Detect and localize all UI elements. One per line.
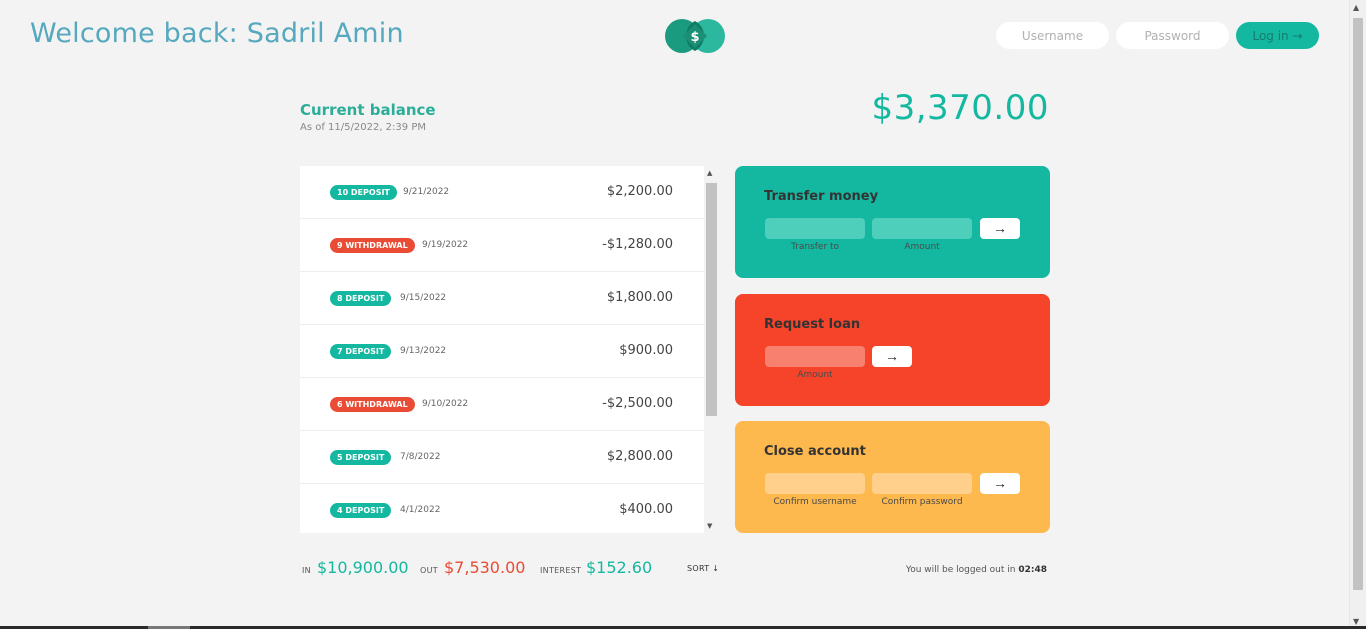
transfer-submit-button[interactable]: → (980, 218, 1020, 239)
close-account-card: Close account → Confirm username Confirm… (735, 421, 1050, 533)
movements-scrollbar-thumb[interactable] (706, 183, 717, 416)
close-password-label: Confirm password (881, 497, 963, 507)
close-username-label: Confirm username (773, 497, 857, 507)
movement-row: 9 WITHDRAWAL 9/19/2022 -$1,280.00 (300, 219, 704, 272)
welcome-message: Welcome back: Sadril Amin (30, 18, 404, 49)
movements-list: 10 DEPOSIT 9/21/2022 $2,200.00 9 WITHDRA… (300, 166, 704, 533)
movement-date: 9/19/2022 (422, 240, 469, 250)
transfer-to-label: Transfer to (790, 242, 840, 252)
movement-amount: $1,800.00 (606, 290, 673, 305)
movement-date: 9/15/2022 (400, 293, 447, 303)
summary-out-label: OUT (420, 566, 438, 575)
sort-button[interactable]: SORT ↓ (687, 564, 719, 573)
bankist-logo-icon: $ (665, 19, 725, 53)
movement-amount: -$1,280.00 (602, 237, 673, 252)
movement-type-badge: 10 DEPOSIT (330, 185, 397, 200)
page-scrollbar-thumb[interactable] (1353, 18, 1363, 590)
summary-out-value: $7,530.00 (444, 558, 526, 577)
loan-amount-label: Amount (797, 370, 833, 380)
login-button[interactable]: Log in → (1236, 22, 1319, 49)
movement-date: 7/8/2022 (400, 452, 441, 462)
movement-amount: $400.00 (619, 502, 673, 517)
top-nav: Welcome back: Sadril Amin $ Log in → (0, 0, 1349, 72)
transfer-money-card: Transfer money → Transfer to Amount (735, 166, 1050, 278)
close-username-input[interactable] (765, 473, 865, 494)
movement-amount: $2,200.00 (606, 184, 673, 199)
close-password-input[interactable] (872, 473, 972, 494)
balance-value: $3,370.00 (871, 88, 1049, 128)
movement-row: 7 DEPOSIT 9/13/2022 $900.00 (300, 325, 704, 378)
movement-row: 5 DEPOSIT 7/8/2022 $2,800.00 (300, 431, 704, 484)
transfer-to-input[interactable] (765, 218, 865, 239)
movement-amount: $900.00 (619, 343, 673, 358)
summary-bar: IN $10,900.00 OUT $7,530.00 INTEREST $15… (300, 555, 1050, 585)
page-scroll-up-arrow-icon[interactable]: ▲ (1353, 3, 1359, 12)
summary-in-label: IN (302, 566, 311, 575)
logout-timer-value: 02:48 (1018, 565, 1047, 575)
logout-timer-label: You will be logged out in (905, 565, 1016, 575)
movement-type-badge: 5 DEPOSIT (330, 450, 392, 465)
movement-type-badge: 8 DEPOSIT (330, 291, 392, 306)
movement-date: 9/21/2022 (403, 187, 450, 197)
movement-type-badge: 4 DEPOSIT (330, 503, 392, 518)
movement-amount: -$2,500.00 (602, 396, 673, 411)
login-password-input[interactable] (1116, 22, 1229, 49)
scroll-up-arrow-icon[interactable]: ▲ (707, 169, 712, 177)
transfer-amount-input[interactable] (872, 218, 972, 239)
close-title: Close account (764, 444, 866, 459)
movement-type-badge: 7 DEPOSIT (330, 344, 392, 359)
movement-row: 6 WITHDRAWAL 9/10/2022 -$2,500.00 (300, 378, 704, 431)
movement-type-badge: 9 WITHDRAWAL (330, 238, 415, 253)
scroll-down-arrow-icon[interactable]: ▼ (707, 522, 712, 530)
login-username-input[interactable] (996, 22, 1109, 49)
summary-interest-value: $152.60 (586, 558, 653, 577)
movement-type-badge: 6 WITHDRAWAL (330, 397, 415, 412)
summary-interest-label: INTEREST (540, 566, 582, 575)
page-scrollbar[interactable]: ▲ ▼ (1349, 0, 1366, 629)
transfer-amount-label: Amount (904, 242, 940, 252)
balance-date: As of 11/5/2022, 2:39 PM (300, 122, 426, 133)
loan-title: Request loan (764, 317, 861, 332)
movement-date: 9/13/2022 (400, 346, 447, 356)
logo-dollar-sign: $ (690, 30, 699, 45)
logout-timer-text: You will be logged out in 02:48 (906, 565, 1047, 575)
page-scroll-down-arrow-icon[interactable]: ▼ (1353, 617, 1359, 626)
movement-date: 9/10/2022 (422, 399, 469, 409)
movement-date: 4/1/2022 (400, 505, 441, 515)
loan-amount-input[interactable] (765, 346, 865, 367)
transfer-title: Transfer money (764, 189, 879, 204)
movement-row: 8 DEPOSIT 9/15/2022 $1,800.00 (300, 272, 704, 325)
movement-row: 4 DEPOSIT 4/1/2022 $400.00 (300, 484, 704, 533)
request-loan-card: Request loan → Amount (735, 294, 1050, 406)
movement-amount: $2,800.00 (606, 449, 673, 464)
movements-scrollbar[interactable]: ▲ ▼ (705, 166, 718, 533)
summary-in-value: $10,900.00 (317, 558, 409, 577)
balance-label: Current balance (300, 101, 436, 119)
close-submit-button[interactable]: → (980, 473, 1020, 494)
loan-submit-button[interactable]: → (872, 346, 912, 367)
movement-row: 10 DEPOSIT 9/21/2022 $2,200.00 (300, 166, 704, 219)
